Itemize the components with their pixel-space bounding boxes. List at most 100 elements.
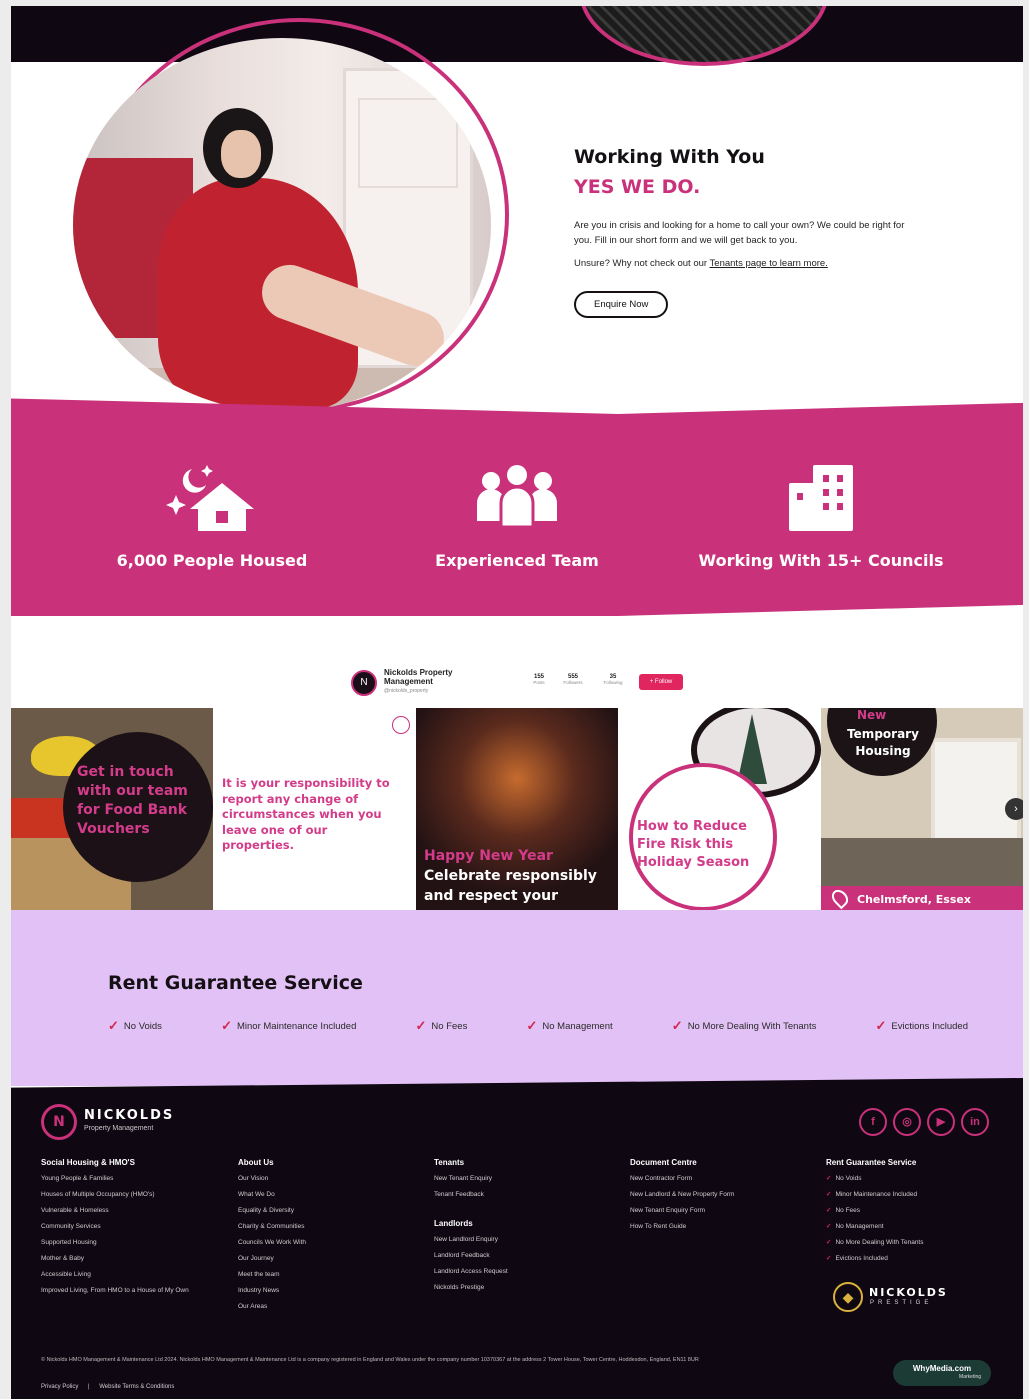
link-separator: | (88, 1384, 90, 1390)
prestige-brand-name: NICKOLDS (869, 1286, 948, 1299)
instagram-avatar[interactable]: N (351, 670, 377, 696)
facebook-icon[interactable]: f (859, 1108, 887, 1136)
nickolds-logo-icon[interactable]: N (41, 1104, 77, 1140)
instagram-post-fire-risk[interactable]: How to Reduce Fire Risk this Holiday Sea… (619, 708, 821, 910)
footer-link[interactable]: Houses of Multiple Occupancy (HMO's) (41, 1190, 216, 1199)
stat-people-housed: 6,000 People Housed (82, 461, 342, 570)
check-icon: ✓ (826, 1223, 832, 1230)
check-icon: ✓ (826, 1255, 832, 1262)
nickolds-logo-icon (392, 716, 410, 734)
instagram-handle: @nickolds_property (384, 688, 429, 694)
footer-column-tenants-landlords: Tenants New Tenant Enquiry Tenant Feedba… (434, 1158, 624, 1299)
hero-image (73, 38, 491, 412)
footer-link[interactable]: Improved Living, From HMO to a House of … (41, 1286, 216, 1295)
footer-link[interactable]: Equality & Diversity (238, 1206, 428, 1215)
footer-policy-links: Privacy Policy | Website Terms & Conditi… (41, 1384, 182, 1390)
house-moon-icon (166, 465, 254, 531)
footer-link[interactable]: ✓ Minor Maintenance Included (826, 1190, 1006, 1199)
count-label: Followers (563, 680, 583, 685)
footer-link[interactable]: What We Do (238, 1190, 428, 1199)
rent-guarantee-title: Rent Guarantee Service (108, 972, 363, 994)
footer-column-heading: Landlords (434, 1219, 473, 1228)
rent-feature-label: No Management (542, 1020, 613, 1032)
footer-link[interactable]: Industry News (238, 1286, 428, 1295)
footer-column-heading: Document Centre (630, 1158, 697, 1167)
footer-link[interactable]: Nickolds Prestige (434, 1283, 624, 1292)
check-icon: ✓ (415, 1018, 427, 1033)
count-label: Following (603, 680, 623, 685)
footer-link[interactable]: How To Rent Guide (630, 1222, 820, 1231)
stat-label: Working With 15+ Councils (698, 551, 944, 570)
whymedia-brand: WhyMedia.com (912, 1364, 972, 1373)
instagram-post-new-year[interactable]: Happy New Year Celebrate responsibly and… (416, 708, 618, 910)
footer-link[interactable]: New Contractor Form (630, 1174, 820, 1183)
instagram-post-food-bank[interactable]: Get in touch with our team for Food Bank… (11, 708, 213, 910)
post-caption-title: Happy New Year (424, 848, 553, 864)
instagram-feed: Get in touch with our team for Food Bank… (11, 708, 1023, 910)
footer-link[interactable]: Landlord Access Request (434, 1267, 624, 1276)
footer-column-heading: About Us (238, 1158, 274, 1167)
footer-link[interactable]: Mother & Baby (41, 1254, 216, 1263)
chevron-right-icon[interactable]: › (1005, 798, 1023, 820)
footer-column-social-housing: Social Housing & HMO'S Young People & Fa… (41, 1158, 216, 1302)
footer-link[interactable]: New Landlord & New Property Form (630, 1190, 820, 1199)
hero-body-text: Are you in crisis and looking for a home… (574, 220, 905, 246)
footer-link[interactable]: New Tenant Enquiry Form (630, 1206, 820, 1215)
footer-link[interactable]: Community Services (41, 1222, 216, 1231)
instagram-following-count: 35 Following (593, 674, 633, 685)
linkedin-icon[interactable]: in (961, 1108, 989, 1136)
instagram-profile-name[interactable]: Nickolds Property Management (384, 668, 479, 686)
footer-link[interactable]: Our Journey (238, 1254, 428, 1263)
post-new-label: New (857, 708, 887, 722)
instagram-icon[interactable]: ◎ (893, 1108, 921, 1136)
footer-link[interactable]: ✓ No More Dealing With Tenants (826, 1238, 1006, 1247)
footer-link[interactable]: ✓ Evictions Included (826, 1254, 1006, 1263)
footer-link[interactable]: Our Vision (238, 1174, 428, 1183)
footer-link[interactable]: New Tenant Enquiry (434, 1174, 624, 1183)
instagram-post-temporary-housing[interactable]: New Temporary Housing Chelmsford, Essex (821, 708, 1023, 910)
rent-feature: ✓ No Fees (416, 1018, 468, 1034)
footer-link[interactable]: Supported Housing (41, 1238, 216, 1247)
rent-feature: ✓ No Voids (108, 1018, 162, 1034)
instagram-follow-button[interactable]: + Follow (639, 674, 683, 690)
terms-conditions-link[interactable]: Website Terms & Conditions (99, 1384, 174, 1390)
stat-label: Experienced Team (435, 551, 599, 570)
footer: N NICKOLDS Property Management f ◎ ▶ in … (11, 1078, 1023, 1399)
footer-link-label: No More Dealing With Tenants (835, 1239, 924, 1246)
hero-title: Working With You (574, 146, 765, 168)
hero-subtitle: YES WE DO. (574, 176, 701, 198)
rent-feature-label: No Voids (123, 1020, 162, 1032)
privacy-policy-link[interactable]: Privacy Policy (41, 1384, 78, 1390)
diamond-icon: ◆ (833, 1282, 863, 1312)
footer-link[interactable]: Meet the team (238, 1270, 428, 1279)
check-icon: ✓ (875, 1018, 887, 1033)
instagram-post-responsibility[interactable]: It is your responsibility to report any … (214, 708, 416, 910)
footer-link[interactable]: Landlord Feedback (434, 1251, 624, 1260)
footer-brand-subtitle: Property Management (84, 1125, 154, 1132)
footer-link[interactable]: Our Areas (238, 1302, 428, 1311)
stat-label: 6,000 People Housed (116, 551, 308, 570)
whymedia-badge[interactable]: WhyMedia.com Marketing (893, 1360, 991, 1386)
footer-link[interactable]: Vulnerable & Homeless (41, 1206, 216, 1215)
footer-link[interactable]: Young People & Families (41, 1174, 216, 1183)
post-location: Chelmsford, Essex (821, 886, 1023, 910)
footer-column-heading: Social Housing & HMO'S (41, 1158, 135, 1167)
check-icon: ✓ (826, 1239, 832, 1246)
footer-link[interactable]: New Landlord Enquiry (434, 1235, 624, 1244)
footer-link[interactable]: ✓ No Fees (826, 1206, 1006, 1215)
footer-link[interactable]: Charity & Communities (238, 1222, 428, 1231)
tomatoes-image (11, 798, 71, 838)
hero-image-door-panel (358, 98, 458, 188)
footer-column-rent-guarantee: Rent Guarantee Service ✓ No Voids ✓ Minor … (826, 1158, 1006, 1270)
footer-link[interactable]: Accessible Living (41, 1270, 216, 1279)
youtube-icon[interactable]: ▶ (927, 1108, 955, 1136)
footer-link[interactable]: Tenant Feedback (434, 1190, 624, 1199)
team-icon (477, 465, 557, 529)
tenants-page-link[interactable]: Tenants page to learn more. (710, 258, 828, 269)
enquire-now-button[interactable]: Enquire Now (574, 291, 669, 318)
footer-link[interactable]: ✓ No Management (826, 1222, 1006, 1231)
footer-link[interactable]: Councils We Work With (238, 1238, 428, 1247)
footer-column-heading: Rent Guarantee Service (826, 1158, 917, 1167)
footer-link[interactable]: ✓ No Voids (826, 1174, 1006, 1183)
check-icon: ✓ (526, 1018, 538, 1033)
